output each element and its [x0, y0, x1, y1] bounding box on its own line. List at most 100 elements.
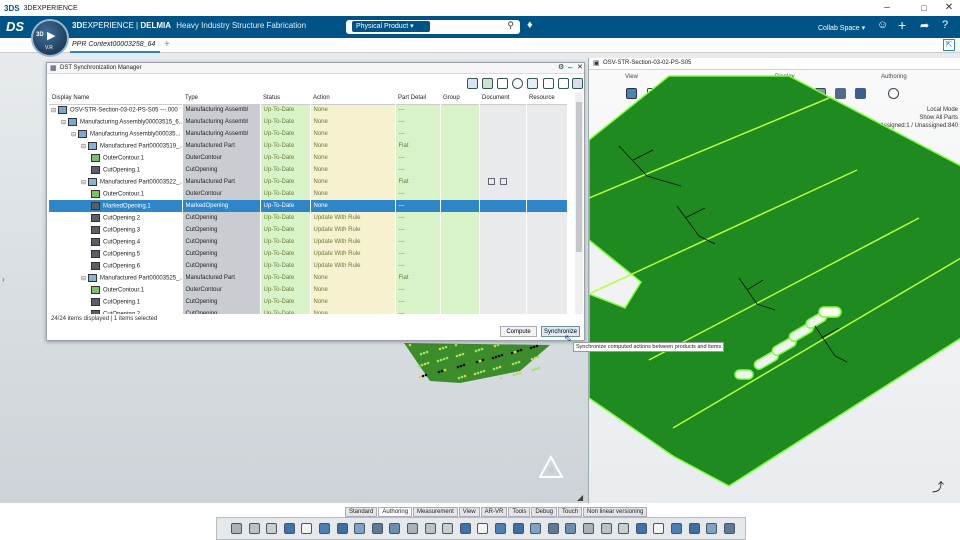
- search-context-chip[interactable]: Physical Product ▾: [352, 21, 430, 32]
- bottom-tab-ar-vr[interactable]: AR-VR: [480, 507, 508, 517]
- cutting-path-icon[interactable]: [565, 523, 577, 534]
- resize-handle-icon[interactable]: ◢: [577, 493, 583, 502]
- paste-icon[interactable]: [266, 523, 278, 534]
- search-icon[interactable]: ⚲: [507, 20, 514, 31]
- plate-model[interactable]: [589, 58, 960, 503]
- zoom-icon[interactable]: [301, 523, 313, 534]
- table-row[interactable]: CutOpening.6 CutOpening Up-To-Date Update W…: [49, 260, 568, 272]
- cell-display-name[interactable]: MarkedOpening.1: [49, 200, 183, 212]
- export-icon[interactable]: [543, 78, 554, 89]
- stiffener-icon[interactable]: [389, 523, 401, 534]
- assembly-tool-icon[interactable]: [319, 523, 330, 534]
- col-header-document[interactable]: Document: [479, 92, 526, 104]
- search-bar[interactable]: Physical Product ▾ ⚲: [346, 20, 520, 34]
- refresh-icon[interactable]: [512, 78, 523, 89]
- add-icon[interactable]: +: [898, 17, 906, 33]
- bottom-tab-non-linear-versioning[interactable]: Non linear versioning: [583, 507, 648, 517]
- table-row[interactable]: ⊟ Manufactured Part00003522_... Manufactur…: [49, 176, 568, 188]
- filter-icon[interactable]: [467, 78, 478, 89]
- expand-collapse-icon[interactable]: ⊟: [81, 276, 86, 282]
- table-row[interactable]: ⊟ Manufactured Part00003519_... Manufactur…: [49, 140, 568, 152]
- table-row[interactable]: ⊟ Manufactured Part00003525_... Manufactur…: [49, 272, 568, 284]
- minimize-icon[interactable]: –: [876, 1, 898, 15]
- document-link-icon[interactable]: [499, 178, 507, 186]
- save-icon[interactable]: [600, 523, 612, 534]
- table-row[interactable]: OuterContour.1 OuterContour Up-To-Date None…: [49, 284, 568, 296]
- list-view-icon[interactable]: [497, 78, 508, 89]
- table-row[interactable]: MarkedOpening.1 MarkedOpening Up-To-Date No…: [49, 200, 568, 212]
- collab-space-selector[interactable]: Collab Space ▾: [818, 24, 865, 32]
- part-tool-icon[interactable]: [336, 523, 348, 534]
- share-icon[interactable]: ➦: [920, 19, 929, 32]
- table-row[interactable]: CutOpening.4 CutOpening Up-To-Date Update W…: [49, 236, 568, 248]
- cell-display-name[interactable]: OuterContour.1: [49, 188, 183, 200]
- close-icon[interactable]: ✕: [938, 1, 960, 15]
- expand-collapse-icon[interactable]: ⊟: [81, 180, 86, 186]
- weld-icon[interactable]: [512, 523, 524, 534]
- settings-icon[interactable]: ⚙: [558, 63, 564, 71]
- table-row[interactable]: ⊟ OSV-STR-Section-03-02-PS-S05 ---.000 Man…: [49, 104, 568, 116]
- cell-display-name[interactable]: CutOpening.1: [49, 164, 183, 176]
- add-tab-icon[interactable]: +: [164, 39, 170, 50]
- synchronize-button[interactable]: Synchronize: [541, 326, 580, 337]
- bottom-tab-measurement[interactable]: Measurement: [413, 507, 458, 517]
- ds-logo-icon[interactable]: DS: [6, 19, 24, 34]
- dialog-minimize-icon[interactable]: –: [568, 63, 572, 72]
- dialog-close-icon[interactable]: ✕: [577, 63, 583, 71]
- cell-display-name[interactable]: OuterContour.1: [49, 152, 183, 164]
- tree-view-icon[interactable]: [482, 78, 493, 89]
- nesting-icon[interactable]: [547, 523, 559, 534]
- side-expand-icon[interactable]: ›: [2, 275, 5, 284]
- scrollbar-thumb[interactable]: [576, 102, 582, 252]
- bottom-tab-view[interactable]: View: [458, 507, 480, 517]
- fit-screen-icon[interactable]: ⇱: [943, 39, 955, 51]
- cut-icon[interactable]: [231, 523, 242, 534]
- export-tool-icon[interactable]: [583, 523, 594, 534]
- copy-icon[interactable]: [248, 523, 260, 534]
- tag-icon[interactable]: ♦: [527, 19, 533, 31]
- undo-icon[interactable]: [283, 523, 295, 534]
- bottom-tab-authoring[interactable]: Authoring: [378, 507, 413, 517]
- report-icon[interactable]: [558, 78, 569, 89]
- table-row[interactable]: OuterContour.1 OuterContour Up-To-Date None…: [49, 188, 568, 200]
- play-icon[interactable]: ▶: [47, 29, 55, 42]
- search-input[interactable]: [434, 22, 494, 32]
- drawing-icon[interactable]: [618, 523, 630, 534]
- cell-display-name[interactable]: ⊟ OSV-STR-Section-03-02-PS-S05 ---.000: [49, 104, 183, 116]
- seam-icon[interactable]: [477, 523, 489, 534]
- col-header-display-name[interactable]: Display Name: [49, 92, 182, 104]
- report-tool-icon[interactable]: [635, 523, 647, 534]
- table-row[interactable]: CutOpening.1 CutOpening Up-To-Date None ---: [49, 296, 568, 308]
- tab-ppr-context[interactable]: PPR Context00003258_64: [70, 38, 160, 53]
- profile-icon[interactable]: [407, 523, 418, 534]
- col-header-status[interactable]: Status: [260, 92, 310, 104]
- expand-collapse-icon[interactable]: ⊟: [61, 120, 66, 126]
- measure-text-icon[interactable]: [371, 523, 383, 534]
- setting-tool-icon[interactable]: [653, 523, 665, 534]
- col-header-group[interactable]: Group: [440, 92, 479, 104]
- bottom-tab-debug[interactable]: Debug: [531, 507, 558, 517]
- maximize-icon[interactable]: □: [913, 1, 935, 15]
- cell-display-name[interactable]: CutOpening.3: [49, 224, 183, 236]
- more-tools-icon[interactable]: [723, 523, 735, 534]
- cell-display-name[interactable]: CutOpening.2: [49, 212, 183, 224]
- bottom-tab-standard[interactable]: Standard: [345, 507, 378, 517]
- table-row[interactable]: CutOpening.1 CutOpening Up-To-Date None ---: [49, 164, 568, 176]
- cell-display-name[interactable]: ⊟ Manufactured Part00003522_...: [49, 176, 183, 188]
- col-header-type[interactable]: Type: [182, 92, 260, 104]
- cell-display-name[interactable]: ⊟ Manufacturing Assembly000035...: [49, 128, 183, 140]
- slot-icon[interactable]: [459, 523, 471, 534]
- cell-display-name[interactable]: ⊟ Manufactured Part00003519_...: [49, 140, 183, 152]
- vertical-scrollbar[interactable]: [575, 92, 583, 314]
- marking-icon[interactable]: [495, 523, 506, 534]
- flag-icon[interactable]: [706, 523, 718, 534]
- check-icon[interactable]: [671, 523, 682, 534]
- cell-display-name[interactable]: CutOpening.4: [49, 236, 183, 248]
- document-icon[interactable]: [487, 178, 495, 186]
- user-icon[interactable]: ☺: [877, 19, 888, 31]
- bevel-icon[interactable]: [530, 523, 542, 534]
- cell-display-name[interactable]: ⊟ Manufacturing Assembly00003515_6...: [49, 116, 183, 128]
- cell-display-name[interactable]: CutOpening.5: [49, 248, 183, 260]
- table-row[interactable]: ⊟ Manufacturing Assembly00003515_6... Manu…: [49, 116, 568, 128]
- bracket-icon[interactable]: [442, 523, 454, 534]
